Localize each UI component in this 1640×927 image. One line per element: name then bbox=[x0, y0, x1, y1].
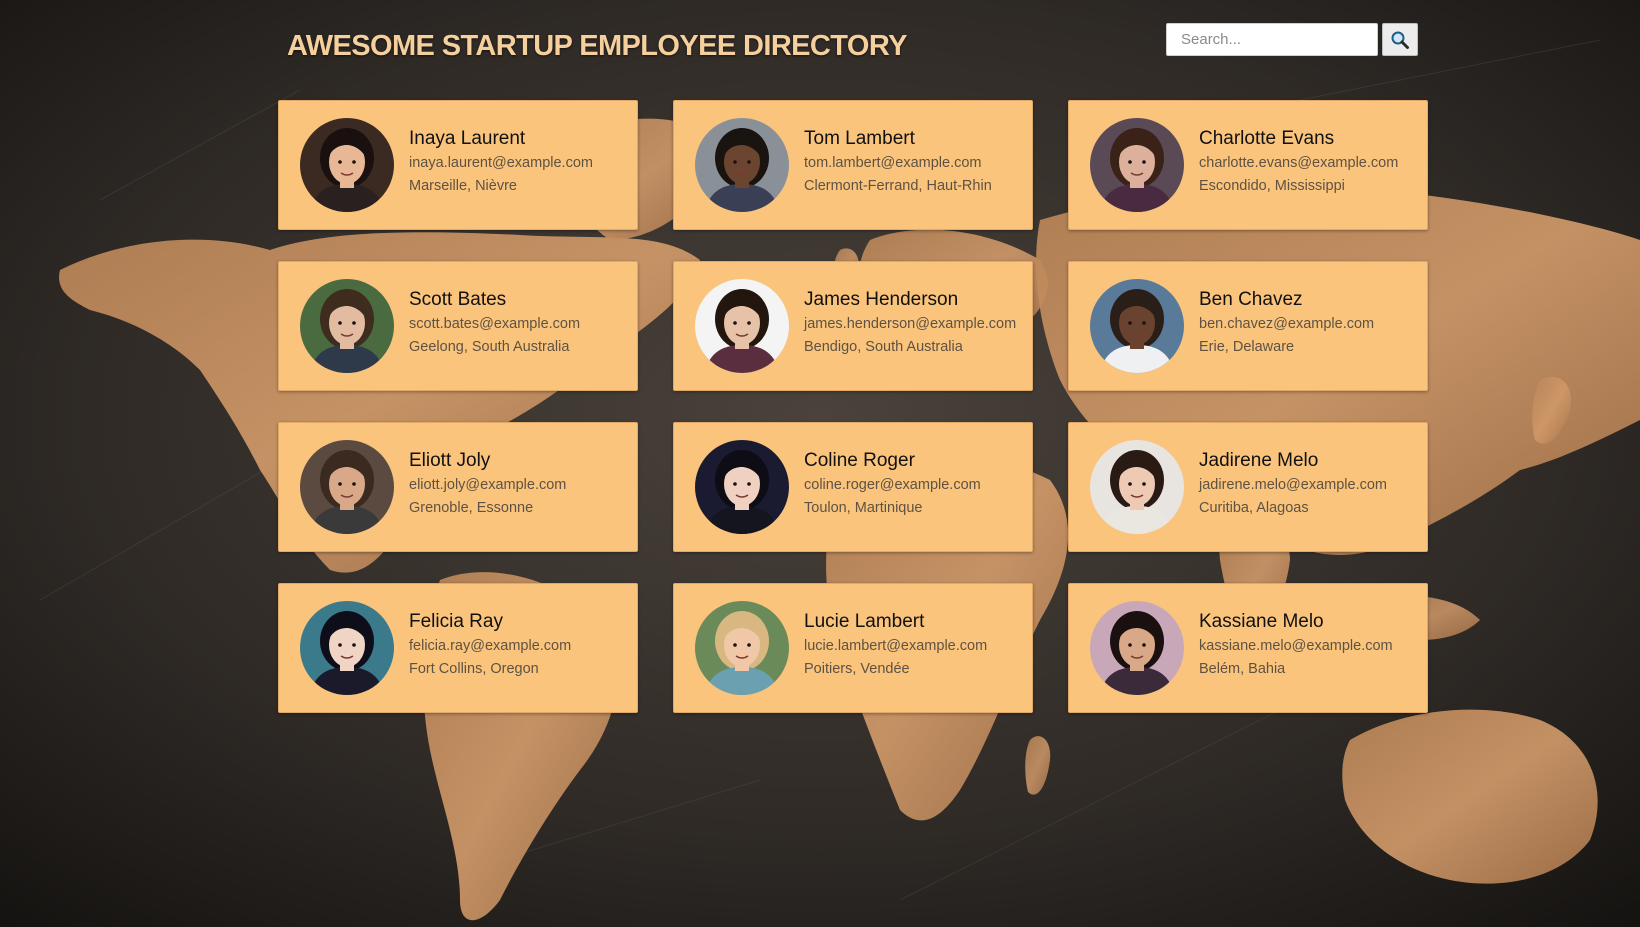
employee-location: Clermont-Ferrand, Haut-Rhin bbox=[804, 178, 992, 194]
employee-name: Coline Roger bbox=[804, 450, 915, 471]
employee-info: Lucie Lambert lucie.lambert@example.com Po… bbox=[804, 609, 987, 681]
search-input[interactable] bbox=[1166, 23, 1378, 56]
employee-info: Eliott Joly eliott.joly@example.com Grenob… bbox=[409, 448, 566, 520]
employee-name: Scott Bates bbox=[409, 289, 507, 310]
employee-grid: Inaya Laurent inaya.laurent@example.com Ma… bbox=[278, 100, 1430, 713]
portrait-image bbox=[695, 118, 789, 212]
employee-card[interactable]: Jadirene Melo jadirene.melo@example.com Cu… bbox=[1068, 422, 1428, 552]
employee-location: Fort Collins, Oregon bbox=[409, 661, 539, 677]
employee-name: Tom Lambert bbox=[804, 128, 915, 149]
employee-name: Lucie Lambert bbox=[804, 611, 925, 632]
page-header: AWESOME STARTUP EMPLOYEE DIRECTORY bbox=[0, 0, 1640, 96]
avatar bbox=[1090, 118, 1184, 212]
portrait-image bbox=[1090, 279, 1184, 373]
avatar bbox=[1090, 601, 1184, 695]
avatar bbox=[1090, 440, 1184, 534]
portrait-image bbox=[300, 601, 394, 695]
employee-email: james.henderson@example.com bbox=[804, 316, 1017, 332]
employee-location: Geelong, South Australia bbox=[409, 339, 570, 355]
portrait-image bbox=[300, 440, 394, 534]
avatar bbox=[300, 279, 394, 373]
employee-name: James Henderson bbox=[804, 289, 959, 310]
employee-location: Belém, Bahia bbox=[1199, 661, 1286, 677]
employee-email: ben.chavez@example.com bbox=[1199, 316, 1375, 332]
employee-card[interactable]: Scott Bates scott.bates@example.com Geelon… bbox=[278, 261, 638, 391]
portrait-image bbox=[300, 279, 394, 373]
employee-email: coline.roger@example.com bbox=[804, 477, 981, 493]
avatar bbox=[300, 118, 394, 212]
avatar bbox=[695, 440, 789, 534]
employee-card[interactable]: James Henderson james.henderson@example.c… bbox=[673, 261, 1033, 391]
employee-location: Erie, Delaware bbox=[1199, 339, 1295, 355]
employee-card[interactable]: Lucie Lambert lucie.lambert@example.com Po… bbox=[673, 583, 1033, 713]
employee-location: Bendigo, South Australia bbox=[804, 339, 963, 355]
portrait-image bbox=[300, 118, 394, 212]
avatar bbox=[300, 440, 394, 534]
employee-location: Curitiba, Alagoas bbox=[1199, 500, 1309, 516]
employee-card[interactable]: Tom Lambert tom.lambert@example.com Clermo… bbox=[673, 100, 1033, 230]
employee-info: Coline Roger coline.roger@example.com Toul… bbox=[804, 448, 981, 520]
employee-email: eliott.joly@example.com bbox=[409, 477, 567, 493]
employee-name: Charlotte Evans bbox=[1199, 128, 1335, 149]
page-title: AWESOME STARTUP EMPLOYEE DIRECTORY bbox=[287, 30, 907, 62]
portrait-image bbox=[695, 440, 789, 534]
avatar bbox=[1090, 279, 1184, 373]
employee-card[interactable]: Charlotte Evans charlotte.evans@example.c… bbox=[1068, 100, 1428, 230]
employee-email: jadirene.melo@example.com bbox=[1199, 477, 1387, 493]
avatar bbox=[695, 118, 789, 212]
employee-info: James Henderson james.henderson@example.c… bbox=[804, 287, 1016, 359]
employee-info: Charlotte Evans charlotte.evans@example.c… bbox=[1199, 126, 1398, 198]
employee-location: Marseille, Nièvre bbox=[409, 178, 517, 194]
magnifying-glass-icon bbox=[1391, 31, 1409, 49]
employee-card[interactable]: Ben Chavez ben.chavez@example.com Erie, De… bbox=[1068, 261, 1428, 391]
search-button[interactable] bbox=[1382, 23, 1418, 56]
employee-location: Toulon, Martinique bbox=[804, 500, 923, 516]
employee-location: Escondido, Mississippi bbox=[1199, 178, 1345, 194]
employee-info: Felicia Ray felicia.ray@example.com Fort C… bbox=[409, 609, 571, 681]
employee-email: inaya.laurent@example.com bbox=[409, 155, 593, 171]
employee-info: Scott Bates scott.bates@example.com Geelon… bbox=[409, 287, 580, 359]
employee-email: charlotte.evans@example.com bbox=[1199, 155, 1399, 171]
avatar bbox=[695, 279, 789, 373]
portrait-image bbox=[695, 601, 789, 695]
employee-name: Kassiane Melo bbox=[1199, 611, 1324, 632]
employee-email: felicia.ray@example.com bbox=[409, 638, 572, 654]
employee-location: Grenoble, Essonne bbox=[409, 500, 534, 516]
employee-name: Ben Chavez bbox=[1199, 289, 1303, 310]
employee-name: Eliott Joly bbox=[409, 450, 491, 471]
employee-info: Jadirene Melo jadirene.melo@example.com Cu… bbox=[1199, 448, 1387, 520]
employee-card[interactable]: Felicia Ray felicia.ray@example.com Fort C… bbox=[278, 583, 638, 713]
employee-name: Felicia Ray bbox=[409, 611, 503, 632]
employee-card[interactable]: Eliott Joly eliott.joly@example.com Grenob… bbox=[278, 422, 638, 552]
employee-info: Inaya Laurent inaya.laurent@example.com Ma… bbox=[409, 126, 593, 198]
employee-location: Poitiers, Vendée bbox=[804, 661, 910, 677]
search-form bbox=[1166, 23, 1418, 56]
employee-card[interactable]: Inaya Laurent inaya.laurent@example.com Ma… bbox=[278, 100, 638, 230]
employee-name: Inaya Laurent bbox=[409, 128, 526, 149]
portrait-image bbox=[695, 279, 789, 373]
portrait-image bbox=[1090, 118, 1184, 212]
avatar bbox=[300, 601, 394, 695]
employee-email: lucie.lambert@example.com bbox=[804, 638, 988, 654]
employee-card[interactable]: Kassiane Melo kassiane.melo@example.com Be… bbox=[1068, 583, 1428, 713]
employee-card[interactable]: Coline Roger coline.roger@example.com Toul… bbox=[673, 422, 1033, 552]
employee-email: scott.bates@example.com bbox=[409, 316, 581, 332]
employee-info: Tom Lambert tom.lambert@example.com Clermo… bbox=[804, 126, 992, 198]
employee-email: tom.lambert@example.com bbox=[804, 155, 982, 171]
employee-email: kassiane.melo@example.com bbox=[1199, 638, 1393, 654]
employee-info: Kassiane Melo kassiane.melo@example.com Be… bbox=[1199, 609, 1393, 681]
employee-name: Jadirene Melo bbox=[1199, 450, 1319, 471]
portrait-image bbox=[1090, 440, 1184, 534]
portrait-image bbox=[1090, 601, 1184, 695]
employee-info: Ben Chavez ben.chavez@example.com Erie, De… bbox=[1199, 287, 1374, 359]
avatar bbox=[695, 601, 789, 695]
